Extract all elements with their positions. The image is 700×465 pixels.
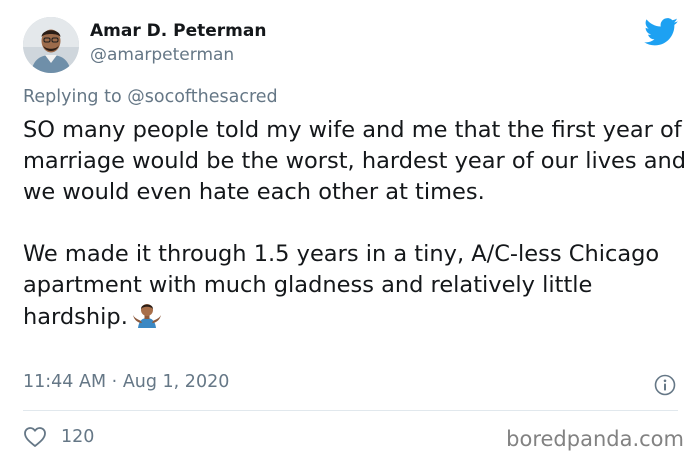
like-button[interactable]: 120	[23, 425, 94, 449]
tweet-timestamp[interactable]: 11:44 AM · Aug 1, 2020	[23, 372, 229, 392]
reply-handle-link[interactable]: @socofthesacred	[127, 87, 277, 107]
tweet-paragraph-2: We made it through 1.5 years in a tiny, …	[23, 241, 660, 330]
source-watermark: boredpanda.com	[506, 427, 684, 451]
tweet-time: 11:44 AM	[23, 372, 107, 392]
author-handle[interactable]: @amarpeterman	[90, 45, 234, 65]
tweet-paragraph-2-wrapper: We made it through 1.5 years in a tiny, …	[23, 239, 688, 333]
info-icon[interactable]	[654, 374, 676, 396]
tweet-paragraph-1: SO many people told my wife and me that …	[23, 117, 687, 205]
divider	[23, 410, 678, 411]
tweet-text: SO many people told my wife and me that …	[23, 115, 688, 333]
author-avatar[interactable]	[23, 17, 79, 73]
reply-prefix: Replying to	[23, 87, 122, 107]
tweet-card: Amar D. Peterman @amarpeterman Replying …	[0, 0, 700, 465]
twitter-bird-icon[interactable]	[644, 18, 678, 46]
person-shrugging-emoji-icon	[132, 304, 161, 328]
person-avatar-icon	[23, 17, 79, 73]
heart-icon	[24, 427, 46, 447]
author-name[interactable]: Amar D. Peterman	[90, 21, 266, 41]
reply-context: Replying to @socofthesacred	[23, 87, 278, 107]
tweet-date: Aug 1, 2020	[122, 372, 230, 392]
like-count: 120	[61, 427, 95, 447]
meta-separator: ·	[111, 372, 118, 392]
